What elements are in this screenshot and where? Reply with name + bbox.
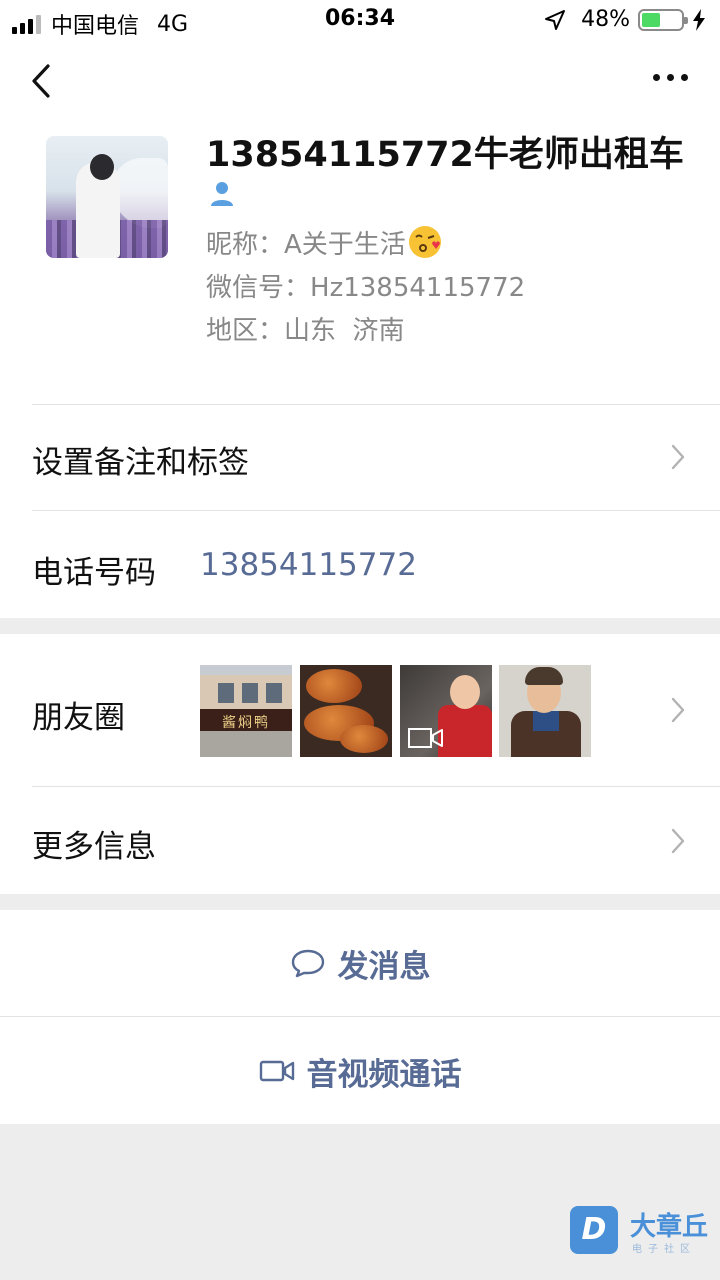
region-value: 山东 济南 <box>284 316 405 346</box>
moments-row[interactable]: 朋友圈 酱焖鸭 <box>0 634 720 786</box>
chevron-right-icon <box>671 697 685 723</box>
nickname-value: A关于生活 <box>284 230 406 260</box>
wxid-line: 微信号：Hz13854115772 <box>206 267 525 304</box>
chevron-left-icon[interactable] <box>28 62 58 100</box>
watermark-text: 大章丘 <box>630 1212 709 1242</box>
profile-card: 13854115772牛老师出租车 昵称：A关于生活 微信号：Hz1385411… <box>0 40 720 618</box>
status-bar: 中国电信 4G 06:34 48% <box>0 0 720 40</box>
location-arrow-icon <box>545 9 566 30</box>
watermark-subtext: 电子社区 <box>632 1244 696 1255</box>
moments-label: 朋友圈 <box>32 700 125 736</box>
wxid-label: 微信号： <box>206 273 311 303</box>
phone-row: 电话号码 13854115772 <box>0 511 720 618</box>
more-dots-icon[interactable] <box>653 74 688 81</box>
profile-name: 13854115772牛老师出租车 <box>206 135 684 175</box>
chevron-right-icon <box>671 444 685 470</box>
chevron-right-icon <box>671 828 685 854</box>
region-line: 地区：山东 济南 <box>206 310 405 347</box>
more-info-row[interactable]: 更多信息 <box>0 787 720 894</box>
moments-thumbnail <box>300 665 392 757</box>
wxid-value: Hz13854115772 <box>310 273 526 303</box>
region-label: 地区： <box>206 316 285 346</box>
video-call-button[interactable]: 音视频通话 <box>0 1018 720 1124</box>
remark-tags-row[interactable]: 设置备注和标签 <box>0 405 720 510</box>
nickname-line: 昵称：A关于生活 <box>206 224 442 261</box>
charging-bolt-icon <box>693 8 705 31</box>
action-card: 发消息 音视频通话 <box>0 910 720 1124</box>
divider <box>0 1016 720 1017</box>
avatar[interactable] <box>46 136 168 258</box>
video-call-label: 音视频通话 <box>306 1056 462 1093</box>
moments-thumbnail: 酱焖鸭 <box>200 665 292 757</box>
chat-bubble-icon <box>291 949 324 978</box>
nickname-label: 昵称： <box>206 230 285 260</box>
moments-card: 朋友圈 酱焖鸭 更多信息 <box>0 634 720 894</box>
moments-thumbnail <box>499 665 591 757</box>
send-message-button[interactable]: 发消息 <box>0 910 720 1016</box>
moments-thumbnail <box>400 665 492 757</box>
person-icon <box>211 182 233 206</box>
video-icon <box>408 728 443 748</box>
video-camera-icon <box>259 1060 294 1082</box>
kissing-face-emoji <box>408 226 441 258</box>
phone-number-link[interactable]: 13854115772 <box>200 547 417 583</box>
nav-bar <box>0 40 720 120</box>
status-right: 48% <box>543 7 706 32</box>
battery-percent: 48% <box>581 7 630 32</box>
shop-sign-text: 酱焖鸭 <box>222 715 270 731</box>
more-info-label: 更多信息 <box>32 829 156 865</box>
send-message-label: 发消息 <box>337 948 431 985</box>
remark-tags-label: 设置备注和标签 <box>32 445 249 481</box>
battery-icon <box>638 8 688 31</box>
watermark-logo: D <box>570 1206 618 1254</box>
phone-label: 电话号码 <box>32 555 156 591</box>
watermark: D 大章丘 电子社区 <box>570 1206 716 1256</box>
